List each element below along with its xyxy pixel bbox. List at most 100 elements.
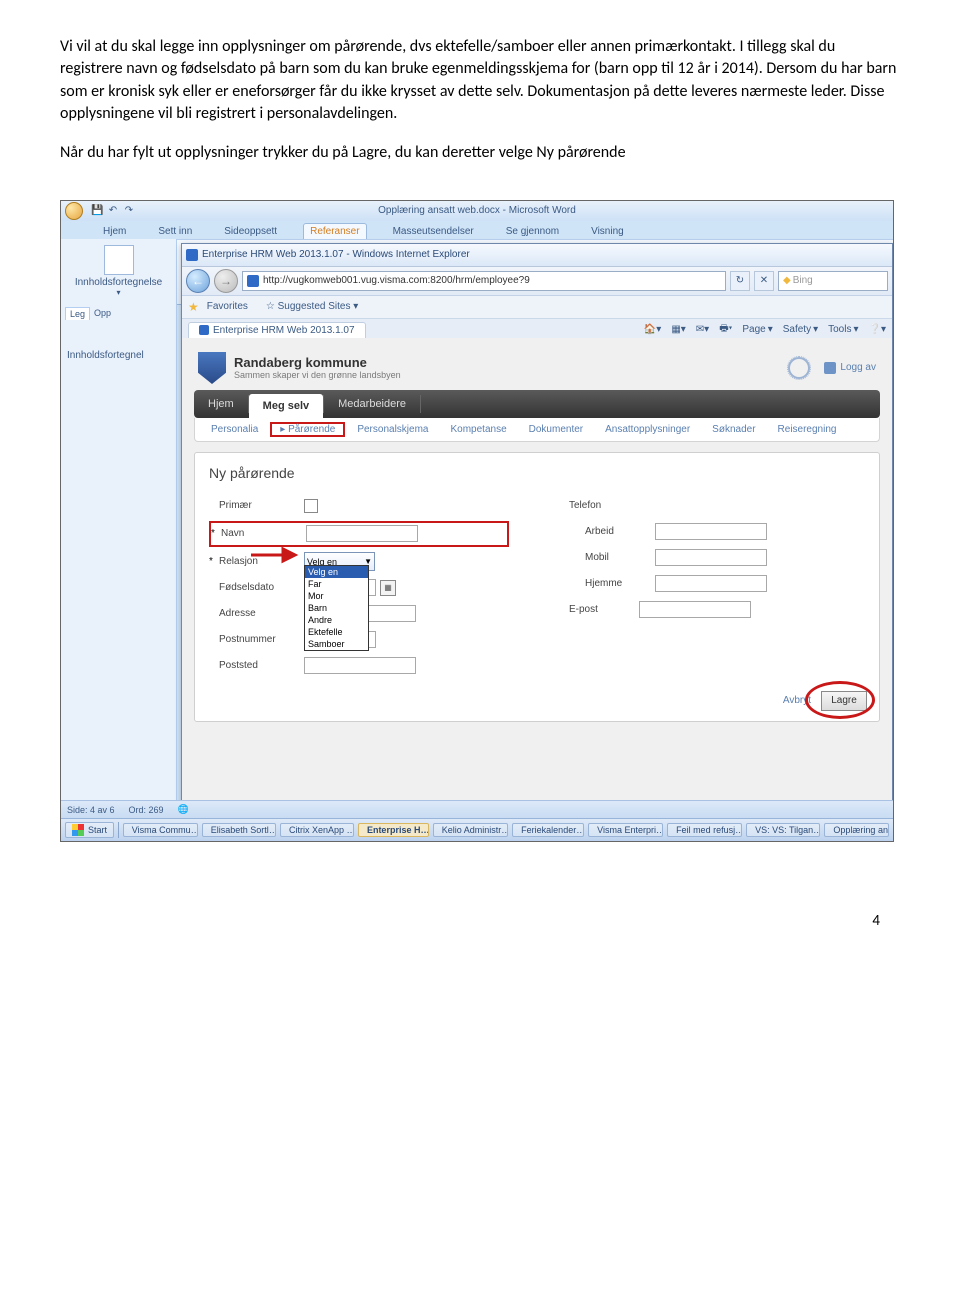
address-bar[interactable]: http://vugkomweb001.vug.visma.com:8200/h…	[242, 271, 726, 291]
input-mobil[interactable]	[655, 549, 767, 566]
refresh-icon[interactable]: ↻	[730, 271, 750, 291]
taskbar-item[interactable]: Feriekalender…	[512, 823, 584, 837]
tab-settinn[interactable]: Sett inn	[152, 224, 198, 239]
search-input[interactable]: ◆ Bing	[778, 271, 888, 291]
ie-window: Enterprise HRM Web 2013.1.07 - Windows I…	[181, 243, 893, 805]
toc-ribbon-button[interactable]: Innholdsfortegnelse ▾	[61, 239, 176, 303]
mail-icon[interactable]: ✉▾	[696, 324, 709, 335]
subnav-personalskjema[interactable]: Personalskjema	[347, 422, 438, 437]
taskbar-item[interactable]: Opplæring an	[824, 823, 889, 837]
input-epost[interactable]	[639, 601, 751, 618]
save-icon[interactable]: 💾	[91, 205, 103, 217]
site-icon	[247, 275, 259, 287]
help-icon[interactable]: ❔▾	[869, 324, 886, 335]
back-button[interactable]: ←	[186, 269, 210, 293]
panel-tab-leg[interactable]: Leg	[65, 307, 90, 320]
taskbar-item[interactable]: Feil med refusj…	[667, 823, 742, 837]
office-orb-icon[interactable]	[65, 202, 83, 220]
tab-masseutsendelser[interactable]: Masseutsendelser	[387, 224, 480, 239]
subnav-parorende[interactable]: ▸ Pårørende	[270, 422, 345, 437]
option-ektefelle[interactable]: Ektefelle	[305, 626, 368, 638]
label-epost: E-post	[569, 604, 639, 615]
panel-tab-opp[interactable]: Opp	[90, 307, 115, 320]
status-page: Side: 4 av 6	[67, 805, 115, 815]
tools-menu[interactable]: Tools ▾	[828, 324, 858, 335]
doc-paragraph: Når du har fylt ut opplysninger trykker …	[60, 142, 900, 164]
subnav-dokumenter[interactable]: Dokumenter	[519, 422, 593, 437]
nav-hjem[interactable]: Hjem	[194, 390, 248, 418]
print-icon[interactable]: 🖶▾	[719, 321, 732, 338]
input-arbeid[interactable]	[655, 523, 767, 540]
hrm-main-nav: Hjem Meg selv Medarbeidere	[194, 390, 880, 418]
input-navn[interactable]	[306, 525, 418, 542]
ie-title-bar: Enterprise HRM Web 2013.1.07 - Windows I…	[182, 244, 892, 267]
subnav-soknader[interactable]: Søknader	[702, 422, 765, 437]
option-andre[interactable]: Andre	[305, 614, 368, 626]
logoff-label: Logg av	[840, 362, 876, 373]
subnav-kompetanse[interactable]: Kompetanse	[440, 422, 516, 437]
toc-ribbon-label: Innholdsfortegnelse	[61, 277, 176, 288]
taskbar-item[interactable]: Visma Enterpri…	[588, 823, 663, 837]
stop-icon[interactable]: ✕	[754, 271, 774, 291]
taskbar-item[interactable]: VS: VS: Tilgan…	[746, 823, 820, 837]
page-menu[interactable]: Page ▾	[742, 324, 772, 335]
word-status-bar: Side: 4 av 6 Ord: 269 🌐	[61, 800, 893, 819]
suggested-sites-link[interactable]: ☆ Suggested Sites ▾	[266, 301, 358, 312]
tab-favicon-icon	[199, 325, 209, 335]
input-poststed[interactable]	[304, 657, 416, 674]
taskbar-item[interactable]: Elisabeth Sortl…	[202, 823, 276, 837]
brand-slogan: Sammen skaper vi den grønne landsbyen	[234, 370, 401, 380]
nav-meg-selv[interactable]: Meg selv	[249, 394, 323, 418]
subnav-personalia[interactable]: Personalia	[201, 422, 268, 437]
redo-icon[interactable]: ↷	[123, 205, 135, 217]
forward-button[interactable]: →	[214, 269, 238, 293]
search-placeholder: Bing	[793, 275, 813, 286]
taskbar-item[interactable]: Visma Commu…	[123, 823, 198, 837]
start-label: Start	[88, 825, 107, 835]
home-icon[interactable]: 🏠▾	[644, 324, 661, 335]
undo-icon[interactable]: ↶	[107, 205, 119, 217]
option-samboer[interactable]: Samboer	[305, 638, 368, 650]
hrm-subnav: Personalia ▸ Pårørende Personalskjema Ko…	[194, 418, 880, 442]
option-mor[interactable]: Mor	[305, 590, 368, 602]
quick-access-toolbar: 💾 ↶ ↷	[61, 201, 137, 221]
tab-referanser[interactable]: Referanser	[303, 223, 366, 239]
option-velg-en[interactable]: Velg en	[305, 566, 368, 578]
ie-navigation-bar: ← → http://vugkomweb001.vug.visma.com:82…	[182, 267, 892, 296]
feeds-icon[interactable]: ▦▾	[671, 324, 685, 335]
municipality-shield-icon	[198, 352, 226, 384]
word-doc-title: Opplæring ansatt web.docx - Microsoft Wo…	[378, 205, 576, 216]
doc-paragraph: Vi vil at du skal legge inn opplysninger…	[60, 36, 900, 126]
taskbar-item[interactable]: Kelio Administr…	[433, 823, 508, 837]
taskbar-item-active[interactable]: Enterprise H…	[358, 823, 429, 837]
tab-segjennom[interactable]: Se gjennom	[500, 224, 565, 239]
start-button[interactable]: Start	[65, 822, 114, 838]
settings-gear-icon[interactable]	[788, 357, 810, 379]
taskbar-item[interactable]: Citrix XenApp …	[280, 823, 354, 837]
option-barn[interactable]: Barn	[305, 602, 368, 614]
favorites-label[interactable]: Favorites	[207, 301, 248, 312]
tab-visning[interactable]: Visning	[585, 224, 630, 239]
favorites-bar: ★ Favorites ☆ Suggested Sites ▾	[182, 296, 892, 319]
search-provider-icon: ◆	[783, 275, 791, 286]
safety-menu[interactable]: Safety ▾	[783, 324, 818, 335]
subnav-reiseregning[interactable]: Reiseregning	[768, 422, 847, 437]
annotation-ellipse-icon	[805, 681, 875, 719]
ie-title-text: Enterprise HRM Web 2013.1.07 - Windows I…	[202, 249, 470, 260]
favorites-star-icon[interactable]: ★	[188, 300, 199, 314]
ie-page-tab[interactable]: Enterprise HRM Web 2013.1.07	[188, 322, 366, 338]
word-left-panel: Innholdsfortegnelse ▾ Leg Opp Innholdsfo…	[61, 239, 177, 821]
logoff-link[interactable]: Logg av	[824, 362, 876, 374]
subnav-ansattopplysninger[interactable]: Ansattopplysninger	[595, 422, 700, 437]
tab-sideoppsett[interactable]: Sideoppsett	[218, 224, 283, 239]
input-hjemme[interactable]	[655, 575, 767, 592]
windows-taskbar: Start Visma Commu… Elisabeth Sortl… Citr…	[61, 818, 893, 841]
calendar-icon[interactable]: ▦	[380, 580, 396, 596]
status-lang-icon[interactable]: 🌐	[178, 804, 189, 815]
brand-title: Randaberg kommune	[234, 355, 401, 370]
tab-hjem[interactable]: Hjem	[97, 224, 132, 239]
nav-medarbeidere[interactable]: Medarbeidere	[324, 390, 420, 418]
checkbox-primaer[interactable]	[304, 499, 318, 513]
option-far[interactable]: Far	[305, 578, 368, 590]
toc-panel-header: Innholdsfortegnel	[61, 320, 176, 361]
